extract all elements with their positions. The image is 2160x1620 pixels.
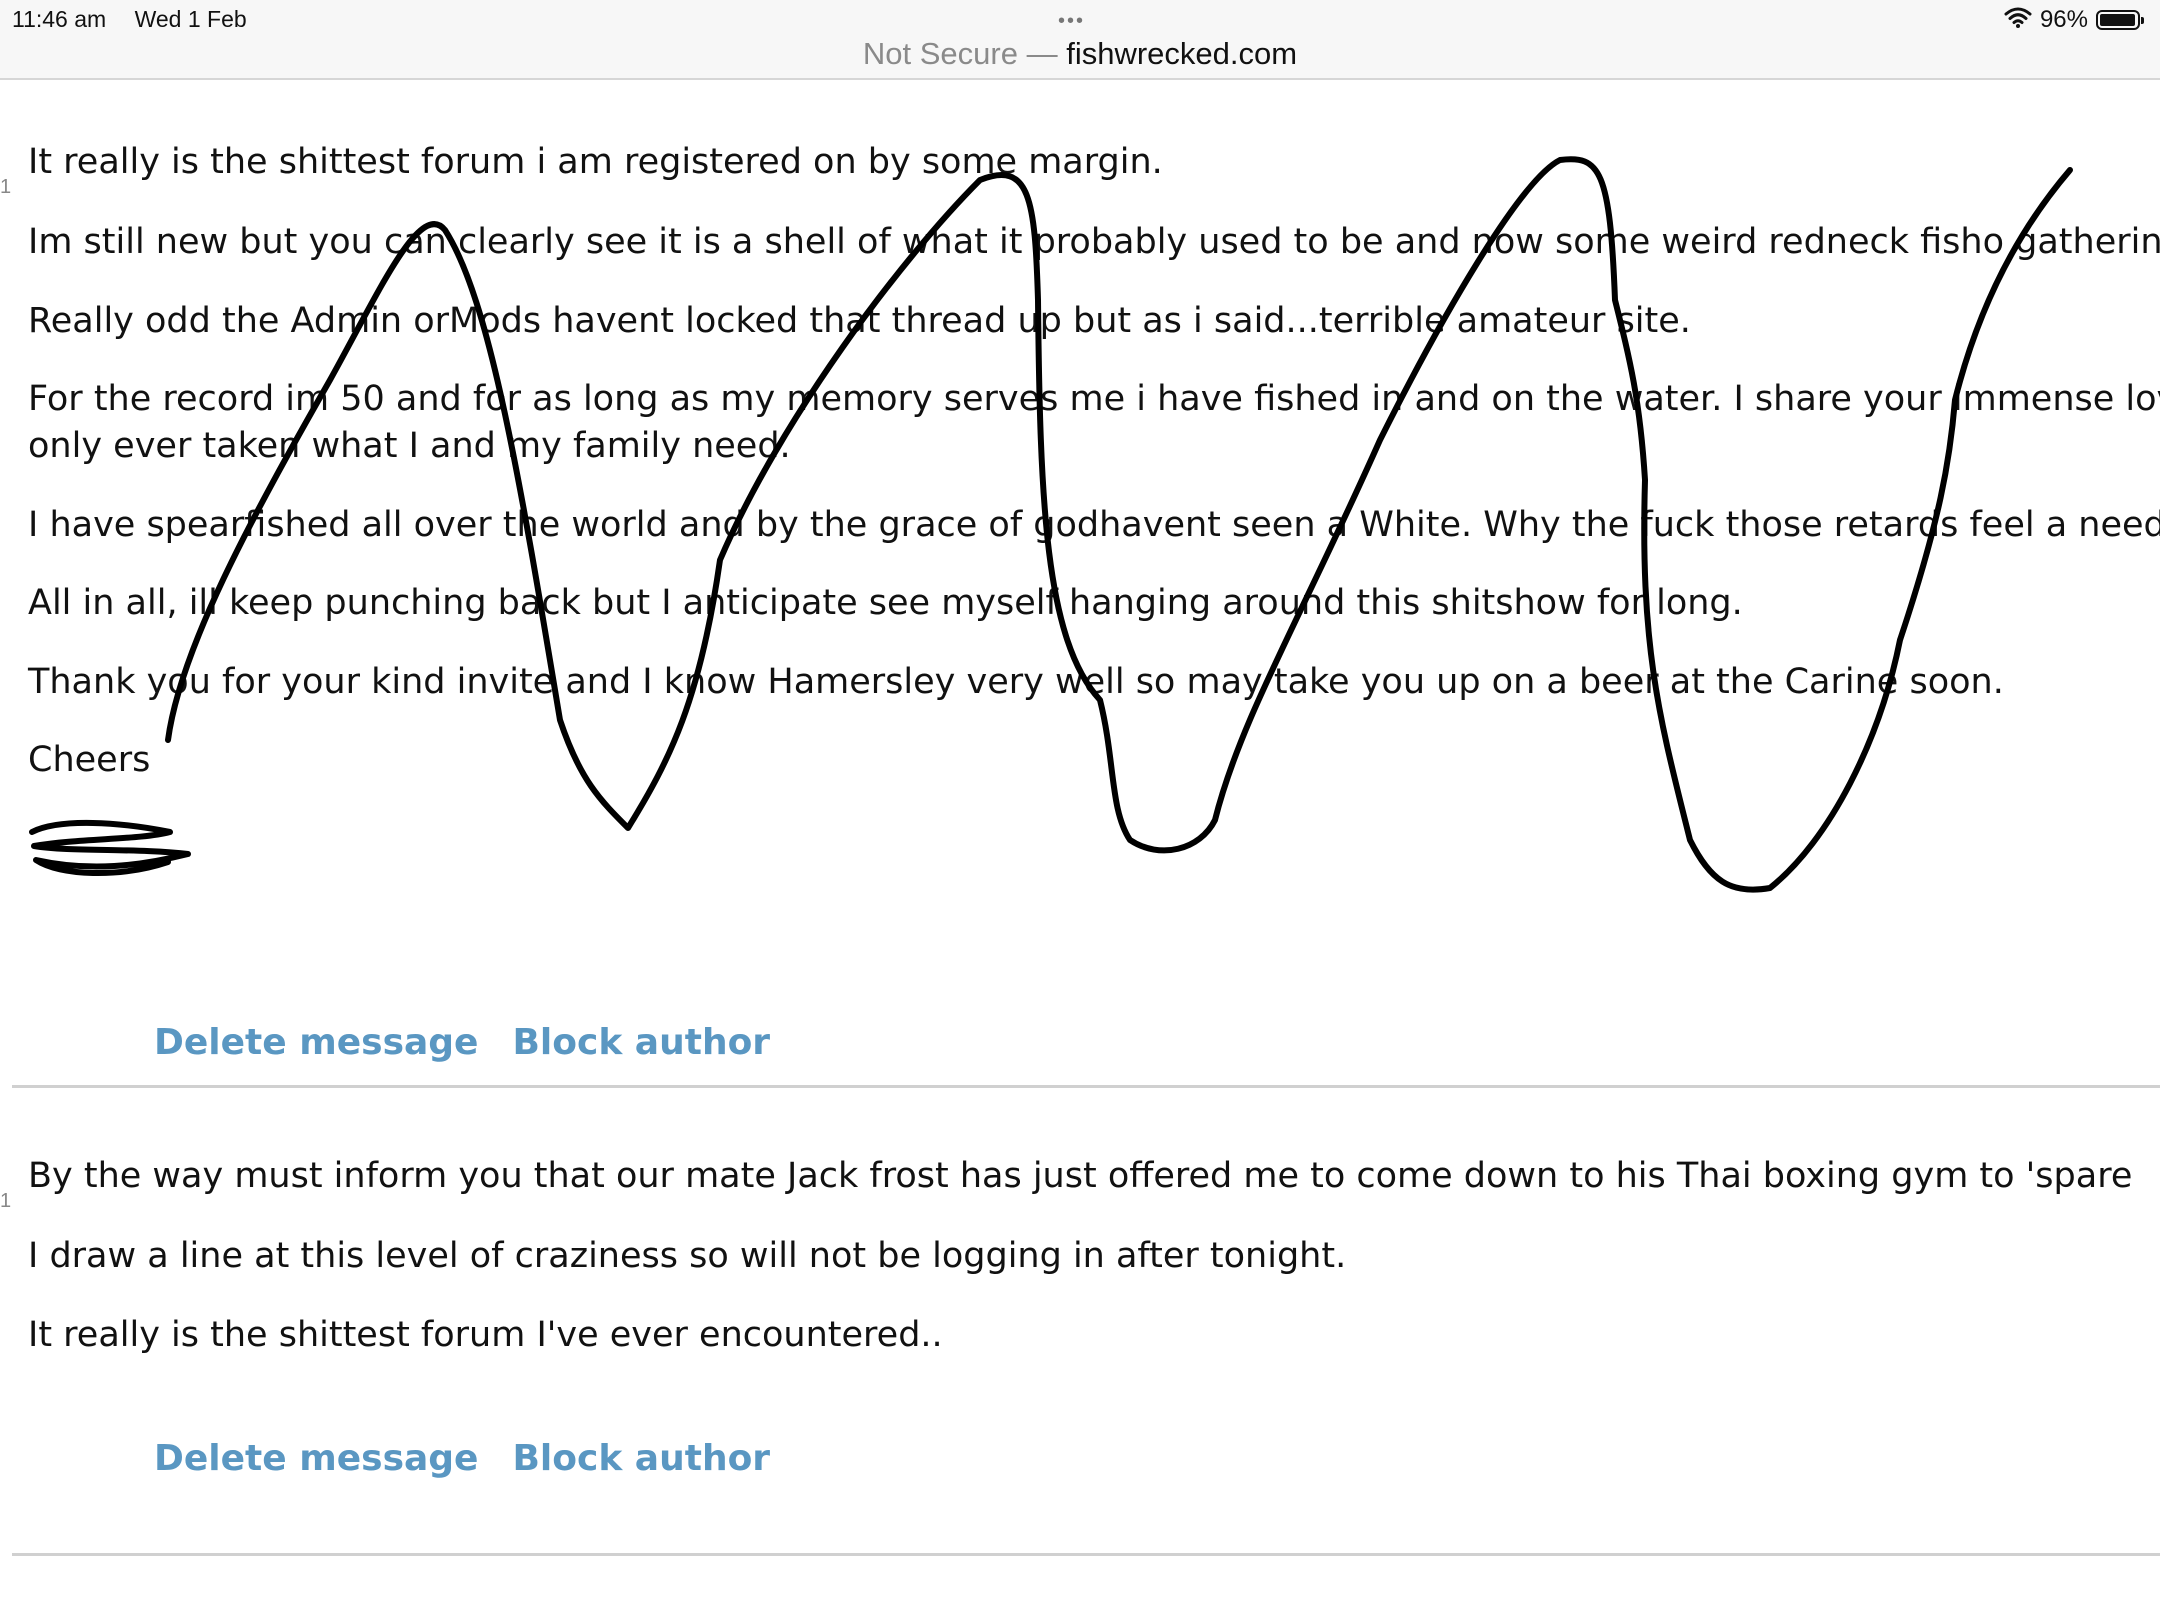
block-author-button[interactable]: Block author [512, 1022, 770, 1063]
divider [12, 1085, 2160, 1088]
delete-message-button[interactable]: Delete message [154, 1438, 478, 1479]
battery-percent: 96% [2039, 6, 2088, 33]
wifi-icon [2004, 6, 2032, 35]
address-bar[interactable]: Not Secure — fishwrecked.com [0, 36, 2160, 72]
status-time: 11:46 am [12, 6, 107, 32]
message-line: All in all, ill keep punching back but I… [28, 583, 1743, 623]
message-line: It really is the shittest forum i am reg… [28, 142, 1163, 182]
message-line: Im still new but you can clearly see it … [28, 222, 2160, 262]
multitask-dots-icon[interactable]: ••• [1058, 10, 1085, 33]
not-secure-label: Not Secure — [862, 36, 1058, 71]
status-date: Wed 1 Feb [134, 6, 247, 32]
scribble-signature-redaction [29, 820, 191, 876]
battery-icon [2096, 10, 2144, 30]
status-indicators: 96% [2004, 5, 2144, 35]
status-time-date: 11:46 am Wed 1 Feb [12, 6, 269, 33]
line-number: 1 [0, 176, 12, 198]
message-line: Cheers [28, 740, 151, 780]
message-line: I have spearfished all over the world an… [28, 505, 2160, 545]
message-line: I draw a line at this level of craziness… [28, 1236, 1347, 1276]
block-author-button[interactable]: Block author [512, 1438, 770, 1479]
divider [12, 1553, 2160, 1556]
message-line: By the way must inform you that our mate… [28, 1156, 2133, 1196]
delete-message-button[interactable]: Delete message [154, 1022, 478, 1063]
message-actions: Delete message Block author [154, 1438, 770, 1479]
message-line: It really is the shittest forum I've eve… [28, 1315, 943, 1355]
line-number: 1 [0, 1190, 12, 1212]
message-line: For the record im 50 and for as long as … [28, 379, 2160, 419]
message-actions: Delete message Block author [154, 1022, 770, 1063]
url-domain: fishwrecked.com [1066, 36, 1298, 71]
browser-top-bar: 11:46 am Wed 1 Feb ••• Not Secure — fish… [0, 0, 2160, 80]
message-line: only ever taken what I and my family nee… [28, 426, 791, 466]
message-line: Really odd the Admin orMods havent locke… [28, 301, 1691, 341]
message-line: Thank you for your kind invite and I kno… [28, 662, 2004, 702]
